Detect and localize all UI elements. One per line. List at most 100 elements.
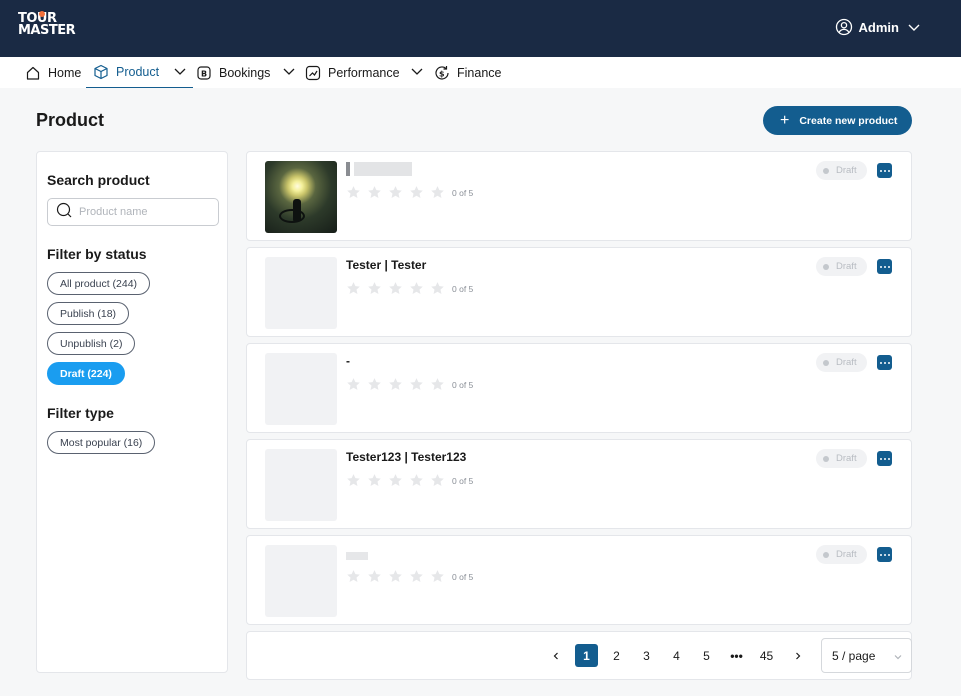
status-badge-label: Draft	[836, 453, 857, 464]
product-thumbnail	[265, 257, 337, 329]
product-thumbnail	[265, 449, 337, 521]
rating-count: 0 of 5	[452, 379, 474, 390]
chevron-down-icon	[410, 64, 424, 81]
product-name	[346, 552, 368, 560]
star-icon	[409, 473, 424, 488]
create-button-label: Create new product	[799, 114, 898, 127]
page-4-button[interactable]: 4	[665, 644, 688, 667]
product-name: Tester | Tester	[346, 258, 427, 272]
status-badge: Draft	[816, 545, 867, 564]
star-icon	[367, 569, 382, 584]
rating-count: 0 of 5	[452, 283, 474, 294]
page-2-button[interactable]: 2	[605, 644, 628, 667]
nav-label: Finance	[457, 65, 502, 80]
nav-label: Performance	[328, 65, 400, 80]
create-new-product-button[interactable]: + Create new product	[763, 106, 912, 135]
star-icon	[388, 185, 403, 200]
tourmaster-logo[interactable]: TOUR MASTER	[18, 11, 76, 39]
nav-item-home[interactable]: Home	[24, 57, 81, 88]
star-icon	[430, 185, 445, 200]
star-icon	[388, 569, 403, 584]
product-name: Tester123 | Tester123	[346, 450, 467, 464]
more-actions-button[interactable]	[877, 451, 892, 466]
star-icon	[430, 569, 445, 584]
star-icon	[388, 377, 403, 392]
product-card[interactable]: 0 of 5 Draft	[246, 535, 912, 625]
rating-count: 0 of 5	[452, 475, 474, 486]
search-icon	[56, 202, 72, 223]
status-badge-label: Draft	[836, 357, 857, 368]
star-icon	[409, 281, 424, 296]
status-chip-all[interactable]: All product (244)	[47, 272, 151, 295]
product-card[interactable]: Tester | Tester 0 of 5 Draft	[246, 247, 912, 337]
star-icon	[367, 281, 382, 296]
star-icon	[367, 185, 382, 200]
next-page-button[interactable]	[786, 644, 809, 667]
star-icon	[346, 281, 361, 296]
star-icon	[346, 569, 361, 584]
filter-panel: Search product Filter by status All prod…	[36, 151, 228, 673]
plus-icon: +	[780, 111, 790, 129]
search-field[interactable]	[47, 198, 219, 226]
product-thumbnail	[265, 353, 337, 425]
star-icon	[367, 377, 382, 392]
main-nav: Home Product B Bookings Performance $ Fi…	[0, 57, 961, 88]
user-menu[interactable]: Admin	[835, 18, 921, 36]
type-chip-most-popular[interactable]: Most popular (16)	[47, 431, 156, 454]
nav-item-bookings[interactable]: B Bookings	[195, 57, 296, 88]
product-card[interactable]: 0 of 5 Draft	[246, 151, 912, 241]
status-heading: Filter by status	[47, 246, 147, 262]
status-chip-draft[interactable]: Draft (224)	[47, 362, 125, 385]
page-size-select[interactable]: 5 / page	[821, 638, 912, 673]
more-actions-button[interactable]	[877, 547, 892, 562]
nav-label: Bookings	[219, 65, 271, 80]
status-badge: Draft	[816, 449, 867, 468]
status-chip-unpublish[interactable]: Unpublish (2)	[47, 332, 136, 355]
rating-stars: 0 of 5	[346, 281, 473, 296]
product-thumbnail	[265, 161, 337, 233]
product-card[interactable]: Tester123 | Tester123 0 of 5 Draft	[246, 439, 912, 529]
product-name: -	[346, 354, 350, 368]
more-actions-button[interactable]	[877, 259, 892, 274]
page-3-button[interactable]: 3	[635, 644, 658, 667]
status-badge: Draft	[816, 161, 867, 180]
product-card[interactable]: - 0 of 5 Draft	[246, 343, 912, 433]
star-icon	[409, 569, 424, 584]
page-ellipsis[interactable]: •••	[725, 644, 748, 667]
page-size-value: 5 / page	[832, 648, 876, 663]
home-icon	[24, 64, 42, 82]
star-icon	[346, 185, 361, 200]
nav-label: Product	[116, 65, 160, 79]
search-input[interactable]	[79, 206, 209, 218]
rating-stars: 0 of 5	[346, 473, 473, 488]
chevron-down-icon	[907, 20, 921, 34]
rating-stars: 0 of 5	[346, 185, 473, 200]
chevron-down-icon	[282, 64, 296, 81]
star-icon	[430, 377, 445, 392]
nav-item-performance[interactable]: Performance	[304, 57, 424, 88]
logo-dot	[39, 11, 45, 17]
logo-line-2: MASTER	[18, 23, 76, 38]
nav-item-finance[interactable]: $ Finance	[433, 57, 501, 88]
more-actions-button[interactable]	[877, 355, 892, 370]
status-chip-publish[interactable]: Publish (18)	[47, 302, 130, 325]
status-badge: Draft	[816, 353, 867, 372]
prev-page-button[interactable]	[544, 644, 567, 667]
nav-item-product[interactable]: Product	[86, 57, 194, 88]
rating-count: 0 of 5	[452, 571, 474, 582]
chevron-left-icon	[553, 652, 558, 659]
user-icon	[835, 18, 853, 36]
bookings-icon: B	[195, 64, 213, 82]
star-icon	[367, 473, 382, 488]
page-45-button[interactable]: 45	[755, 644, 778, 667]
page-1-button[interactable]: 1	[575, 644, 598, 667]
star-icon	[388, 281, 403, 296]
top-bar: TOUR MASTER Admin	[0, 0, 961, 57]
more-actions-button[interactable]	[877, 163, 892, 178]
star-icon	[388, 473, 403, 488]
page-5-button[interactable]: 5	[695, 644, 718, 667]
nav-label: Home	[48, 65, 82, 80]
rating-count: 0 of 5	[452, 187, 474, 198]
star-icon	[430, 473, 445, 488]
star-icon	[409, 377, 424, 392]
